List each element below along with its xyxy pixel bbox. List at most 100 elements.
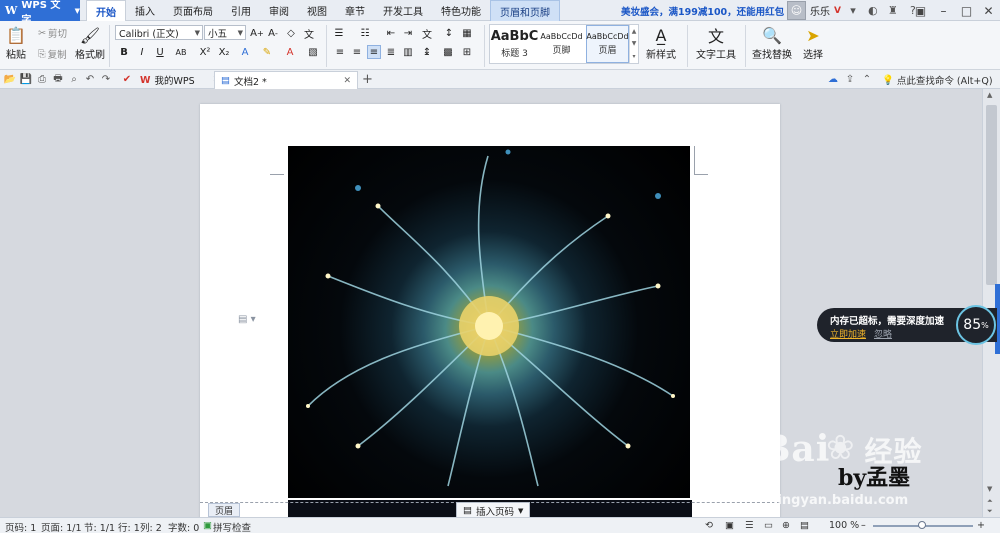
share-icon[interactable]: ⇪ — [843, 72, 857, 86]
new-tab-icon[interactable]: + — [362, 72, 373, 87]
text-tools-button[interactable]: 文 文字工具 — [696, 24, 736, 61]
print-icon[interactable]: 🖶 — [51, 72, 65, 86]
next-page-icon[interactable]: ⏷ — [987, 507, 993, 516]
grow-font-icon[interactable]: A + — [250, 26, 264, 40]
new-style-button[interactable]: A̲ 新样式 — [646, 24, 676, 62]
chinese-layout-icon[interactable]: 文 — [420, 26, 434, 41]
zoom-in-icon[interactable]: + — [977, 520, 985, 531]
align-center-icon[interactable]: ≡ — [350, 45, 364, 59]
expand-icon[interactable]: ▾ — [632, 53, 635, 60]
tab-chapter[interactable]: 章节 — [336, 0, 374, 21]
cut-button[interactable]: ✂ 剪切 — [38, 26, 67, 41]
full-screen-view-icon[interactable]: ▭ — [764, 520, 773, 531]
bold-icon[interactable]: B — [117, 45, 131, 59]
tab-features[interactable]: 特色功能 — [432, 0, 490, 21]
shrink-font-icon[interactable]: A- — [266, 26, 280, 40]
tab-references[interactable]: 引用 — [222, 0, 260, 21]
avatar[interactable]: ☺ — [787, 1, 806, 20]
tab-developer[interactable]: 开发工具 — [374, 0, 432, 21]
tab-view[interactable]: 视图 — [298, 0, 336, 21]
expand-icon[interactable]: ⌃ — [860, 72, 874, 86]
cloud-icon[interactable]: ☁ — [826, 72, 840, 86]
chevron-down-icon[interactable]: ▼ — [987, 485, 992, 493]
zoom-level[interactable]: 100 % — [829, 520, 859, 531]
align-right-icon[interactable]: ≡ — [367, 45, 381, 59]
zoom-slider-knob[interactable] — [918, 521, 926, 529]
tab-my-wps[interactable]: W 我的WPS ✕ — [134, 71, 226, 89]
chevron-down-icon[interactable]: ▾ — [845, 3, 861, 19]
clear-format-icon[interactable]: ◇ — [284, 26, 298, 40]
status-spellcheck[interactable]: 拼写检查 — [213, 520, 251, 533]
status-word-count[interactable]: 字数: 0 — [168, 520, 199, 533]
boost-now-link[interactable]: 立即加速 — [830, 327, 866, 340]
paragraph-shading-icon[interactable]: ▩ — [441, 45, 455, 59]
underline-icon[interactable]: U — [153, 45, 167, 59]
align-left-icon[interactable]: ≡ — [333, 45, 347, 59]
redo-icon[interactable]: ↷ — [99, 72, 113, 86]
font-color-icon[interactable]: A — [283, 45, 297, 59]
print-preview-icon[interactable]: ⌕ — [67, 72, 81, 86]
chevron-up-icon[interactable]: ▲ — [987, 91, 992, 99]
revision-icon[interactable]: ⟲ — [705, 520, 713, 531]
outline-view-icon[interactable]: ☰ — [745, 520, 754, 531]
undo-icon[interactable]: ↶ — [83, 72, 97, 86]
restore-icon[interactable]: ▣ — [909, 0, 932, 21]
text-effect-icon[interactable]: A — [238, 45, 252, 59]
superscript-icon[interactable]: X² — [198, 45, 212, 59]
memory-gauge[interactable]: 85% — [956, 305, 996, 345]
numbered-list-icon[interactable]: ☷ — [358, 26, 372, 40]
status-page-number[interactable]: 页码: 1 — [5, 520, 36, 533]
italic-icon[interactable]: I — [135, 45, 149, 59]
status-section[interactable]: 节: 1/1 — [84, 520, 115, 533]
decrease-indent-icon[interactable]: ⇤ — [384, 26, 398, 40]
web-view-icon[interactable]: ⊕ — [782, 520, 790, 531]
phonetic-icon[interactable]: 文 — [302, 26, 316, 41]
ignore-link[interactable]: 忽略 — [874, 327, 892, 340]
page-view-icon[interactable]: ▣ — [725, 520, 734, 531]
wps-menu-button[interactable]: W WPS 文字 ▼ — [0, 0, 80, 26]
close-icon[interactable]: ✕ — [343, 76, 351, 86]
scrollbar-thumb[interactable] — [986, 105, 997, 285]
style-heading3[interactable]: AaBbC 标题 3 — [491, 25, 539, 63]
shirt-icon[interactable]: ♜ — [885, 3, 901, 19]
font-name-select[interactable]: Calibri (正文) ▼ — [115, 25, 203, 40]
copy-button[interactable]: ⎘ 复制 — [38, 47, 67, 62]
minimize-icon[interactable]: – — [932, 0, 955, 21]
status-col[interactable]: 列: 2 — [140, 520, 162, 533]
tab-page-layout[interactable]: 页面布局 — [164, 0, 222, 21]
highlight-icon[interactable]: ✎ — [260, 45, 274, 59]
bullet-list-icon[interactable]: ☰ — [332, 26, 346, 40]
tab-document[interactable]: ▤ 文档2 * ✕ — [214, 71, 358, 89]
style-header[interactable]: AaBbCcDd 页眉 — [586, 25, 629, 63]
font-size-select[interactable]: 小五 ▼ — [204, 25, 246, 40]
tab-home[interactable]: 开始 — [86, 0, 126, 22]
subscript-icon[interactable]: X₂ — [217, 45, 231, 59]
strikethrough-icon[interactable]: AB — [174, 45, 188, 59]
borders-icon[interactable]: ⊞ — [460, 45, 474, 59]
paste-button[interactable]: 📋 粘贴 — [5, 24, 27, 62]
sort-icon[interactable]: ↕ — [442, 26, 456, 40]
status-pages[interactable]: 页面: 1/1 — [41, 520, 82, 533]
tab-header-footer[interactable]: 页眉和页脚 — [490, 0, 560, 21]
close-icon[interactable]: ✕ — [977, 0, 1000, 21]
find-replace-button[interactable]: 🔍 查找替换 — [752, 24, 792, 62]
justify-icon[interactable]: ≣ — [384, 45, 398, 59]
customize-icon[interactable]: ✔ — [120, 72, 134, 86]
insert-page-number-button[interactable]: ▤ 插入页码 ▼ — [456, 502, 531, 517]
chevron-up-icon[interactable]: ▲ — [632, 28, 637, 35]
promo-banner[interactable]: 美妆盛会，满199减100，还能用红包 — [621, 4, 784, 18]
line-spacing-icon[interactable]: ↨ — [420, 45, 434, 59]
zoom-out-icon[interactable]: – — [861, 520, 866, 531]
command-search[interactable]: 💡 点此查找命令 (Alt+Q) — [882, 73, 993, 88]
chevron-down-icon[interactable]: ▼ — [632, 40, 637, 47]
maximize-icon[interactable]: □ — [955, 0, 978, 21]
username[interactable]: 乐乐 — [810, 3, 830, 18]
char-shading-icon[interactable]: ▧ — [306, 45, 320, 59]
style-footer[interactable]: AaBbCcDd 页脚 — [538, 25, 585, 63]
select-button[interactable]: ➤ 选择 — [802, 24, 824, 62]
status-row[interactable]: 行: 1 — [118, 520, 140, 533]
distribute-icon[interactable]: ▥ — [401, 45, 415, 59]
gallery-scroll[interactable]: ▲ ▼ ▾ — [629, 25, 638, 63]
prev-page-icon[interactable]: ⏶ — [987, 497, 993, 506]
inserted-flower-image[interactable] — [288, 146, 690, 498]
